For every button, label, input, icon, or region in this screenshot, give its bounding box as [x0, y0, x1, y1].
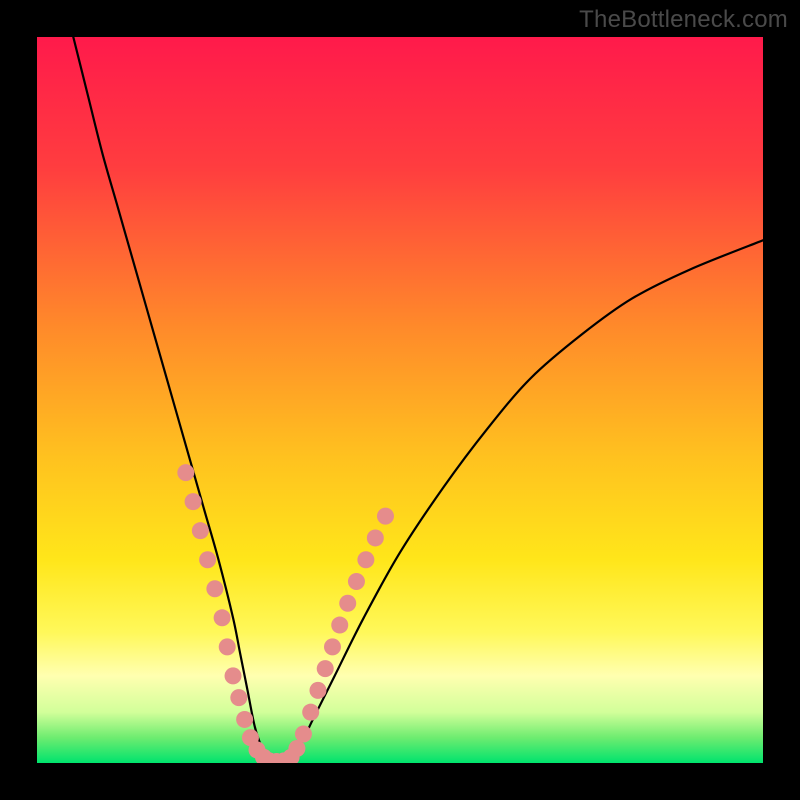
highlight-dot	[339, 595, 356, 612]
highlight-dot	[324, 638, 341, 655]
plot-area	[37, 37, 763, 763]
highlight-dot	[185, 493, 202, 510]
highlight-dot	[192, 522, 209, 539]
highlight-dot	[225, 667, 242, 684]
highlight-dot	[302, 704, 319, 721]
highlight-dot	[331, 617, 348, 634]
highlight-dot	[206, 580, 223, 597]
highlight-dot	[177, 464, 194, 481]
highlight-dot	[214, 609, 231, 626]
highlight-dot	[236, 711, 253, 728]
bottleneck-chart	[37, 37, 763, 763]
highlight-dot	[288, 740, 305, 757]
watermark-text: TheBottleneck.com	[579, 6, 788, 34]
highlight-dot	[199, 551, 216, 568]
highlight-dot	[219, 638, 236, 655]
highlight-dot	[295, 725, 312, 742]
highlight-dot	[309, 682, 326, 699]
highlight-dot	[230, 689, 247, 706]
highlight-dot	[348, 573, 365, 590]
highlight-dot	[377, 508, 394, 525]
chart-frame: TheBottleneck.com	[0, 0, 800, 800]
highlight-dot	[317, 660, 334, 677]
highlight-dot	[367, 529, 384, 546]
highlight-dot	[357, 551, 374, 568]
gradient-background	[37, 37, 763, 763]
